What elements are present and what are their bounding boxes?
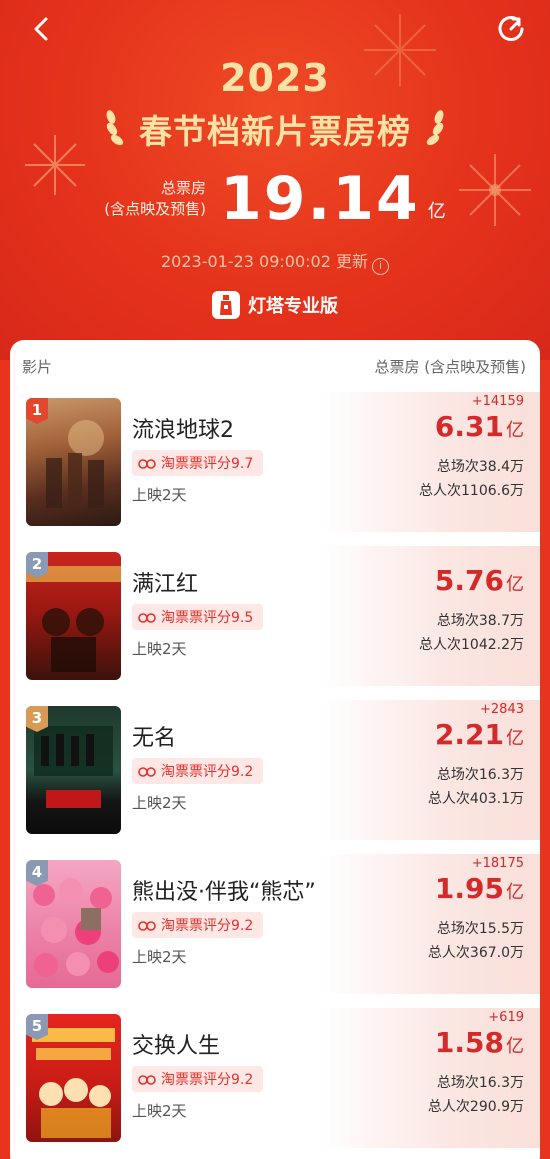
release-days: 上映2天	[132, 948, 187, 966]
box-increment: +14159	[471, 394, 524, 409]
box-unit: 亿	[506, 1036, 524, 1057]
rating-badge: 淘票票评分9.2	[132, 912, 264, 938]
total-admissions: 总人次290.9万	[427, 1099, 524, 1115]
movie-poster: 3	[26, 706, 121, 834]
rating-text: 淘票票评分9.7	[161, 456, 254, 472]
movie-row[interactable]: 4 熊出没·伴我“熊芯” 淘票票评分9.2 上映2天 +18175 1.95 亿 …	[10, 854, 540, 994]
release-days: 上映2天	[132, 640, 187, 658]
title-row: 春节档新片票房榜	[0, 106, 550, 152]
glasses-icon	[138, 459, 156, 469]
box-office-value: 6.31 亿	[435, 410, 524, 443]
box-unit: 亿	[506, 728, 524, 749]
chevron-left-icon	[34, 17, 48, 41]
refresh-icon	[498, 16, 524, 41]
rating-badge: 淘票票评分9.5	[132, 604, 264, 630]
update-time: 2023-01-23 09:00:02 更新	[160, 252, 369, 271]
total-box-office: 总票房 (含点映及预售) 19.14 亿	[0, 164, 550, 234]
release-days: 上映2天	[132, 1102, 187, 1120]
update-time-row[interactable]: 2023-01-23 09:00:02 更新 i	[0, 248, 550, 275]
total-label-line1: 总票房	[160, 179, 206, 197]
total-shows: 总场次38.4万	[436, 459, 524, 475]
box-number: 5.76	[434, 564, 504, 597]
column-box-office: 总票房 (含点映及预售)	[374, 357, 526, 376]
box-number: 6.31	[434, 410, 504, 443]
rating-badge: 淘票票评分9.2	[132, 1066, 264, 1092]
total-unit: 亿	[427, 201, 446, 222]
box-office-value: 1.58 亿	[435, 1026, 524, 1059]
box-office-list: 影片 总票房 (含点映及预售) 1 流浪地球2 淘票票评分9.7 上映2天 +1…	[10, 340, 540, 1159]
glasses-icon	[138, 1075, 156, 1085]
box-unit: 亿	[506, 420, 524, 441]
total-shows: 总场次38.7万	[436, 613, 524, 629]
rank-badge: 3	[26, 706, 48, 732]
box-number: 2.21	[434, 718, 504, 751]
glasses-icon	[138, 921, 156, 931]
release-days: 上映2天	[132, 486, 187, 504]
movie-row[interactable]: 3 无名 淘票票评分9.2 上映2天 +2843 2.21 亿 总场次16.3万 …	[10, 700, 540, 840]
rating-badge: 淘票票评分9.2	[132, 758, 264, 784]
rating-text: 淘票票评分9.2	[161, 1072, 254, 1088]
column-film: 影片	[22, 357, 53, 376]
rank-badge: 5	[26, 1014, 48, 1040]
total-admissions: 总人次367.0万	[427, 945, 524, 961]
lighthouse-logo-icon	[212, 291, 240, 319]
back-button[interactable]	[24, 12, 58, 46]
box-increment: +18175	[471, 856, 524, 871]
movie-row[interactable]: 1 流浪地球2 淘票票评分9.7 上映2天 +14159 6.31 亿 总场次38…	[10, 392, 540, 532]
box-office-value: 2.21 亿	[435, 718, 524, 751]
year-label: 2023	[220, 56, 330, 100]
movie-title: 无名	[132, 726, 177, 751]
refresh-button[interactable]	[494, 12, 528, 46]
total-label: 总票房 (含点映及预售)	[104, 178, 206, 220]
box-office-value: 1.95 亿	[435, 872, 524, 905]
glasses-icon	[138, 767, 156, 777]
total-admissions: 总人次1106.6万	[419, 483, 524, 499]
movie-title: 满江红	[132, 572, 199, 597]
hero-banner: 2023 春节档新片票房榜 总票房 (含点映及预售) 19.14 亿 2023-…	[0, 0, 550, 360]
total-shows: 总场次16.3万	[436, 767, 524, 783]
movie-poster: 4	[26, 860, 121, 988]
box-increment: +2843	[480, 702, 524, 717]
movie-title: 交换人生	[132, 1034, 221, 1059]
page-title: 春节档新片票房榜	[139, 112, 411, 151]
rank-badge: 4	[26, 860, 48, 886]
movie-poster: 2	[26, 552, 121, 680]
movie-row[interactable]: 2 满江红 淘票票评分9.5 上映2天 5.76 亿 总场次38.7万 总人次10…	[10, 546, 540, 686]
box-unit: 亿	[506, 574, 524, 595]
list-header: 影片 总票房 (含点映及预售)	[10, 340, 540, 392]
box-office-value: 5.76 亿	[435, 564, 524, 597]
movie-poster: 5	[26, 1014, 121, 1142]
glasses-icon	[138, 613, 156, 623]
brand-row: 灯塔专业版	[0, 288, 550, 322]
rating-badge: 淘票票评分9.7	[132, 450, 264, 476]
rating-text: 淘票票评分9.2	[161, 764, 254, 780]
brand-name: 灯塔专业版	[248, 296, 338, 317]
box-number: 1.58	[434, 1026, 504, 1059]
rank-badge: 2	[26, 552, 48, 578]
laurel-right-icon	[426, 110, 444, 146]
total-label-line2: (含点映及预售)	[104, 200, 206, 218]
rating-text: 淘票票评分9.2	[161, 918, 254, 934]
box-increment: +619	[488, 1010, 524, 1025]
movie-row[interactable]: 5 交换人生 淘票票评分9.2 上映2天 +619 1.58 亿 总场次16.3万…	[10, 1008, 540, 1148]
total-admissions: 总人次1042.2万	[419, 637, 524, 653]
box-unit: 亿	[506, 882, 524, 903]
laurel-left-icon	[106, 110, 124, 146]
total-value: 19.14	[219, 164, 420, 234]
rating-text: 淘票票评分9.5	[161, 610, 254, 626]
movie-title: 熊出没·伴我“熊芯”	[132, 880, 316, 905]
info-icon[interactable]: i	[372, 258, 390, 275]
total-shows: 总场次15.5万	[436, 921, 524, 937]
rank-badge: 1	[26, 398, 48, 424]
release-days: 上映2天	[132, 794, 187, 812]
box-number: 1.95	[434, 872, 504, 905]
total-admissions: 总人次403.1万	[427, 791, 524, 807]
movie-title: 流浪地球2	[132, 418, 234, 443]
movie-poster: 1	[26, 398, 121, 526]
total-shows: 总场次16.3万	[436, 1075, 524, 1091]
